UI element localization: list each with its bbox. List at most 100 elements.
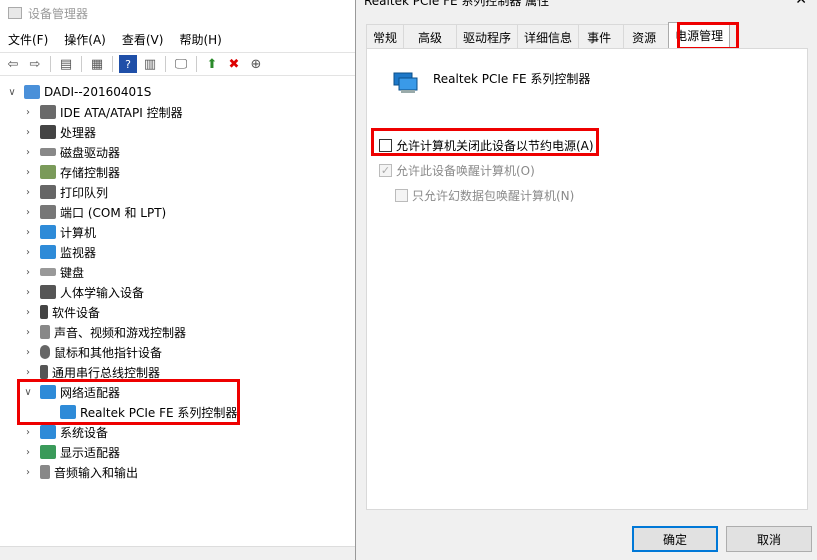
tree-item-label: 声音、视频和游戏控制器 [54,325,187,340]
computer-icon [24,85,40,99]
tree-item-monitor[interactable]: › 监视器 [22,242,96,262]
chevron-right-icon[interactable]: › [22,347,34,358]
menu-help[interactable]: 帮助(H) [171,28,229,50]
chevron-right-icon[interactable]: › [22,327,34,338]
speaker-icon [40,465,50,479]
tree-item-storage[interactable]: › 存储控制器 [22,162,120,182]
cancel-button[interactable]: 取消 [726,526,812,552]
toolbar-separator [81,56,82,72]
chevron-right-icon[interactable]: › [22,267,34,278]
magic-packet-label: 只允许幻数据包唤醒计算机(N) [412,189,575,203]
option-magic-packet[interactable]: 只允许幻数据包唤醒计算机(N) [395,187,574,204]
tree-item-label: 音频输入和输出 [54,465,139,480]
help-icon[interactable]: ? [119,55,137,73]
chevron-right-icon[interactable]: › [22,447,34,458]
device-name: Realtek PCIe FE 系列控制器 [433,72,591,86]
tree-item-label: IDE ATA/ATAPI 控制器 [60,105,183,120]
tree-item-label: 打印队列 [60,185,109,200]
tab-driver[interactable]: 驱动程序 [456,24,519,48]
magic-packet-checkbox[interactable] [395,189,408,202]
close-icon[interactable]: ✕ [795,0,807,8]
tree-item-ide[interactable]: › IDE ATA/ATAPI 控制器 [22,102,183,122]
option-allow-wake[interactable]: 允许此设备唤醒计算机(O) [379,162,535,179]
tree-item-computer[interactable]: › 计算机 [22,222,96,242]
keyboard-icon [40,268,56,276]
tab-general[interactable]: 常规 [366,24,405,48]
tree-item-ports[interactable]: › 端口 (COM 和 LPT) [22,202,166,222]
menu-file[interactable]: 文件(F) [0,28,56,50]
toolbar-separator [50,56,51,72]
toolbar-separator [196,56,197,72]
disk-drive-icon [40,148,56,156]
tree-item-audio-io[interactable]: › 音频输入和输出 [22,462,138,482]
toolbar-separator [112,56,113,72]
ide-controller-icon [40,105,56,119]
tree-item-processor[interactable]: › 处理器 [22,122,96,142]
device-manager-icon [8,7,22,19]
tree-item-mouse[interactable]: › 鼠标和其他指针设备 [22,342,162,362]
tab-details[interactable]: 详细信息 [517,24,580,48]
toolbar-separator [165,56,166,72]
menu-view[interactable]: 查看(V) [114,28,172,50]
forward-icon[interactable]: ⇨ [26,55,44,73]
display-adapter-icon [40,445,56,459]
tree-item-label: 监视器 [60,245,97,260]
monitor-icon [40,245,56,259]
power-management-panel: Realtek PCIe FE 系列控制器 允许计算机关闭此设备以节约电源(A)… [366,48,808,510]
chevron-right-icon[interactable]: › [22,207,34,218]
highlight-network-adapter [17,379,240,425]
scan-hardware-icon[interactable]: 🖵 [172,55,190,73]
uninstall-icon[interactable]: ✖ [225,55,243,73]
tree-item-label: 人体学输入设备 [60,285,145,300]
printer-icon [40,185,56,199]
chevron-right-icon[interactable]: › [22,307,34,318]
menu-bar: 文件(F) 操作(A) 查看(V) 帮助(H) [0,28,230,50]
allow-wake-checkbox[interactable] [379,164,392,177]
tab-advanced[interactable]: 高级 [403,24,458,48]
tab-events[interactable]: 事件 [578,24,625,48]
tree-item-display[interactable]: › 显示适配器 [22,442,120,462]
chevron-right-icon[interactable]: › [22,187,34,198]
chevron-right-icon[interactable]: › [22,367,34,378]
tree-item-label: 键盘 [60,265,85,280]
chevron-right-icon[interactable]: › [22,107,34,118]
tree-item-keyboard[interactable]: › 键盘 [22,262,84,282]
processor-icon [40,125,56,139]
tree-item-software[interactable]: › 软件设备 [22,302,100,322]
tree-item-hid[interactable]: › 人体学输入设备 [22,282,144,302]
tree-item-label: 软件设备 [52,305,101,320]
tree-root[interactable]: ∨ DADI--20160401S [6,82,151,102]
tree-item-sound[interactable]: › 声音、视频和游戏控制器 [22,322,186,342]
highlight-power-option [371,128,599,156]
tree-item-label: 处理器 [60,125,97,140]
show-hide-tree-icon[interactable]: ▤ [57,55,75,73]
chevron-right-icon[interactable]: › [22,227,34,238]
tree-item-label: 端口 (COM 和 LPT) [60,205,167,220]
view-icon[interactable]: ▥ [141,55,159,73]
chevron-right-icon[interactable]: › [22,127,34,138]
tree-item-printqueue[interactable]: › 打印队列 [22,182,108,202]
tree-item-label: 计算机 [60,225,97,240]
allow-wake-label: 允许此设备唤醒计算机(O) [396,164,535,178]
software-device-icon [40,305,48,319]
tree-item-system[interactable]: › 系统设备 [22,422,108,442]
properties-dialog: Realtek PCIe FE 系列控制器 属性 ✕ 常规 高级 驱动程序 详细… [355,0,817,560]
tree-item-disk[interactable]: › 磁盘驱动器 [22,142,120,162]
ok-button[interactable]: 确定 [632,526,718,552]
properties-icon[interactable]: ▦ [88,55,106,73]
menu-action[interactable]: 操作(A) [56,28,114,50]
back-icon[interactable]: ⇦ [4,55,22,73]
tab-resources[interactable]: 资源 [623,24,670,48]
chevron-right-icon[interactable]: › [22,467,34,478]
chevron-right-icon[interactable]: › [22,247,34,258]
chevron-right-icon[interactable]: › [22,287,34,298]
chevron-right-icon[interactable]: › [22,147,34,158]
enable-device-icon[interactable]: ⊕ [247,55,265,73]
update-driver-icon[interactable]: ⬆ [203,55,221,73]
device-manager-window: 设备管理器 文件(F) 操作(A) 查看(V) 帮助(H) ⇦ ⇨ ▤ ▦ ? … [0,0,355,560]
network-adapter-icon [393,72,418,93]
system-device-icon [40,425,56,439]
chevron-down-icon[interactable]: ∨ [6,87,18,98]
chevron-right-icon[interactable]: › [22,167,34,178]
chevron-right-icon[interactable]: › [22,427,34,438]
